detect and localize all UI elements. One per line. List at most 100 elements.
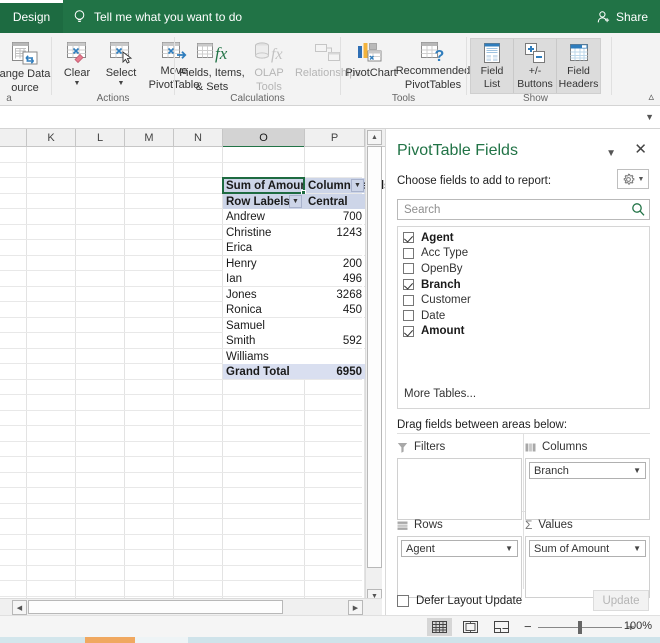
select-button[interactable]: Select ▼ (100, 37, 142, 87)
page-layout-view-button[interactable] (458, 618, 483, 636)
share-button[interactable]: Share (593, 0, 652, 33)
pane-menu-chevron-down-icon[interactable]: ▼ (606, 148, 616, 159)
pivot-row-label[interactable]: Jones (223, 287, 305, 302)
column-header-L[interactable]: L (76, 129, 125, 147)
pane-tools-chevron-down-icon[interactable]: ▼ (638, 176, 645, 183)
zoom-out-button[interactable]: − (524, 619, 532, 634)
pivotchart-button[interactable]: PivotChart (343, 37, 399, 79)
field-checkbox-branch[interactable] (403, 279, 414, 290)
pane-tools-button[interactable]: ▼ (617, 169, 649, 189)
field-checkbox-acc-type[interactable] (403, 248, 414, 259)
formula-bar-expand-chevron-down-icon[interactable]: ▼ (645, 112, 654, 122)
values-drop-zone[interactable]: Sum of Amount ▼ (525, 536, 650, 598)
field-row-openby[interactable]: OpenBy (398, 261, 649, 277)
rows-drop-zone[interactable]: Agent ▼ (397, 536, 522, 598)
pivot-row-label[interactable]: Samuel (223, 318, 305, 333)
spreadsheet-grid[interactable]: K L M N O P (0, 129, 385, 612)
filters-area[interactable]: Filters (397, 439, 522, 520)
pivot-column-value-header[interactable]: Central (305, 194, 365, 209)
values-area[interactable]: Σ Values Sum of Amount ▼ (525, 517, 650, 598)
column-header-P[interactable]: P (305, 129, 365, 147)
scroll-up-icon[interactable]: ▲ (367, 130, 382, 145)
tell-me-box[interactable]: Tell me what you want to do (63, 0, 242, 33)
column-header-partial[interactable] (0, 129, 27, 147)
field-row-amount[interactable]: Amount (398, 324, 649, 340)
recommended-pivottables-button[interactable]: ? Recommended PivotTables (399, 37, 467, 91)
more-tables-link[interactable]: More Tables... (404, 388, 476, 400)
pivot-row-value[interactable]: 700 (305, 209, 365, 224)
defer-layout-update-row[interactable]: Defer Layout Update (397, 595, 522, 607)
field-checkbox-openby[interactable] (403, 263, 414, 274)
pivot-row-label[interactable]: Andrew (223, 209, 305, 224)
tab-design[interactable]: Design (0, 0, 63, 33)
rows-pill-chevron-down-icon[interactable]: ▼ (505, 544, 513, 553)
field-list-button[interactable]: Field List (471, 39, 514, 93)
field-row-date[interactable]: Date (398, 308, 649, 324)
update-button[interactable]: Update (593, 590, 649, 611)
pivot-row-label[interactable]: Williams (223, 349, 305, 364)
change-data-source-button[interactable]: ange Data ource (0, 37, 58, 94)
page-break-view-button[interactable] (489, 618, 514, 636)
field-row-agent[interactable]: Agent (398, 230, 649, 246)
field-row-branch[interactable]: Branch (398, 277, 649, 293)
pane-close-icon[interactable]: ✕ (634, 143, 647, 157)
rows-field-pill-agent[interactable]: Agent ▼ (401, 540, 518, 557)
pivot-row-value[interactable]: 450 (305, 302, 365, 317)
field-list[interactable]: Agent Acc Type OpenBy Branch Customer Da… (397, 226, 650, 409)
pivot-row-value[interactable]: 200 (305, 256, 365, 271)
olap-tools-button[interactable]: fx OLAP Tools (247, 37, 291, 93)
zoom-percent-label[interactable]: 100% (624, 620, 652, 632)
scroll-left-icon[interactable]: ◀ (12, 600, 27, 615)
row-labels-filter-button[interactable]: ▼ (289, 195, 302, 208)
horizontal-scroll-thumb[interactable] (28, 600, 283, 614)
formula-bar[interactable]: ▼ (0, 106, 660, 129)
column-header-K[interactable]: K (27, 129, 76, 147)
values-field-pill-sum-of-amount[interactable]: Sum of Amount ▼ (529, 540, 646, 557)
values-pill-chevron-down-icon[interactable]: ▼ (633, 544, 641, 553)
column-labels-filter-button[interactable]: ▼ (351, 179, 364, 192)
clear-chevron-down-icon[interactable]: ▼ (74, 80, 81, 87)
columns-pill-chevron-down-icon[interactable]: ▼ (633, 466, 641, 475)
field-checkbox-agent[interactable] (403, 232, 414, 243)
pivot-grand-total-label[interactable]: Grand Total (223, 364, 305, 379)
defer-layout-update-checkbox[interactable] (397, 595, 409, 607)
select-chevron-down-icon[interactable]: ▼ (118, 80, 125, 87)
columns-field-pill-branch[interactable]: Branch ▼ (529, 462, 646, 479)
field-row-acc-type[interactable]: Acc Type (398, 246, 649, 262)
pivot-row-label[interactable]: Ronica (223, 302, 305, 317)
vertical-scroll-thumb[interactable] (367, 146, 382, 568)
search-field-container[interactable] (397, 199, 650, 220)
column-header-N[interactable]: N (174, 129, 223, 147)
grid-horizontal-scrollbar[interactable]: ◀ ▶ (0, 598, 382, 615)
columns-area[interactable]: Columns Branch ▼ (525, 439, 650, 520)
plus-minus-buttons-button[interactable]: +/- Buttons (514, 39, 557, 93)
field-checkbox-customer[interactable] (403, 295, 414, 306)
search-input[interactable] (402, 200, 627, 219)
pivot-value-header[interactable]: Sum of Amount (223, 178, 305, 193)
field-checkbox-date[interactable] (403, 310, 414, 321)
field-checkbox-amount[interactable] (403, 326, 414, 337)
field-headers-button[interactable]: Field Headers (557, 39, 600, 93)
grid-body[interactable]: Sum of Amount Column Labels ▼ Row Labels… (0, 147, 385, 612)
field-row-customer[interactable]: Customer (398, 292, 649, 308)
pivot-row-value[interactable]: 3268 (305, 287, 365, 302)
pivot-row-label[interactable]: Ian (223, 271, 305, 286)
zoom-slider-thumb[interactable] (578, 621, 582, 634)
pivot-row-label[interactable]: Christine (223, 225, 305, 240)
column-header-M[interactable]: M (125, 129, 174, 147)
fields-items-sets-button[interactable]: fx Fields, Items, & Sets (179, 37, 245, 93)
pivot-row-value[interactable] (305, 318, 365, 333)
column-header-O[interactable]: O (223, 129, 305, 147)
clear-button[interactable]: Clear ▼ (58, 37, 96, 87)
normal-view-button[interactable] (427, 618, 452, 636)
pivot-row-label[interactable]: Smith (223, 333, 305, 348)
rows-area[interactable]: Rows Agent ▼ (397, 517, 522, 598)
pivot-row-value[interactable]: 592 (305, 333, 365, 348)
pivot-row-value[interactable]: 496 (305, 271, 365, 286)
filters-drop-zone[interactable] (397, 458, 522, 520)
pivot-grand-total-value[interactable]: 6950 (305, 364, 365, 379)
columns-drop-zone[interactable]: Branch ▼ (525, 458, 650, 520)
collapse-ribbon-button[interactable]: ▵ (648, 90, 654, 103)
pivot-row-value[interactable] (305, 240, 365, 255)
pivot-row-value[interactable] (305, 349, 365, 364)
